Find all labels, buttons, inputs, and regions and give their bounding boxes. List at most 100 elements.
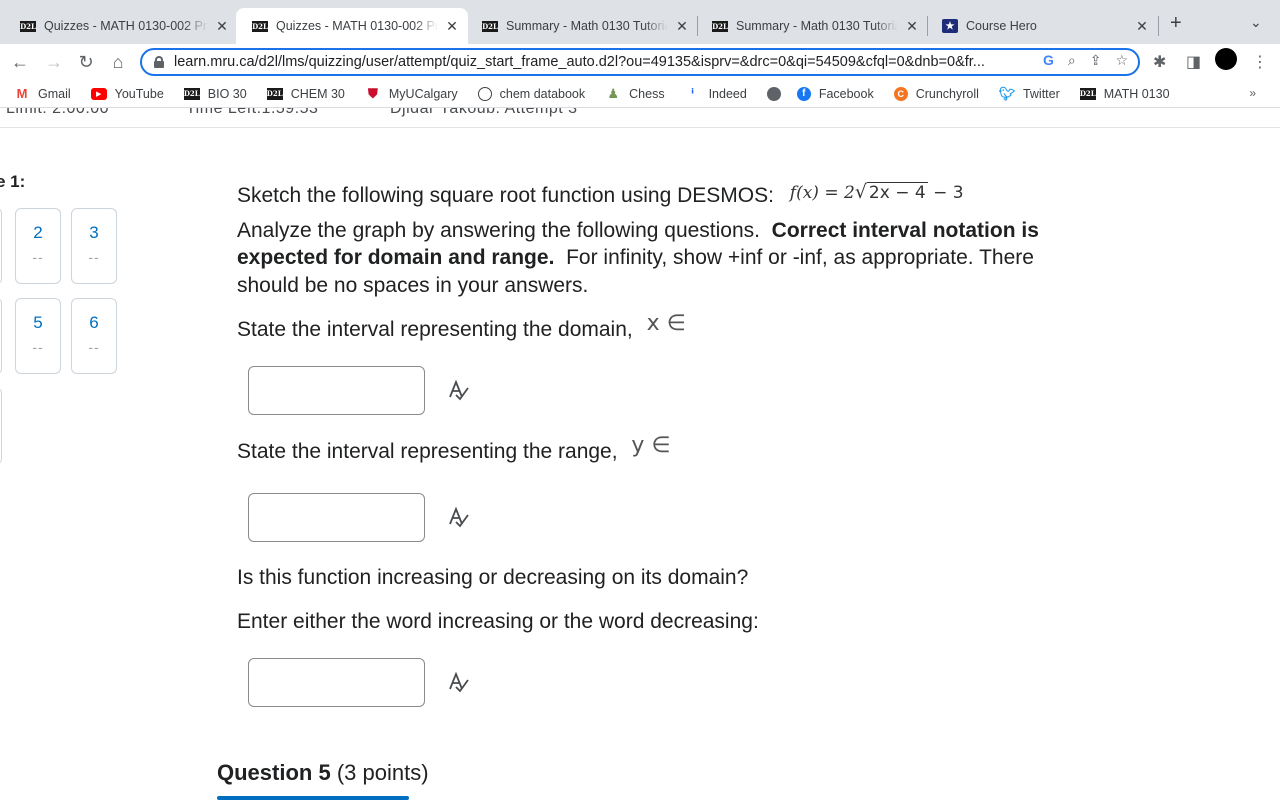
time-left: Time Left:1:59:53 (186, 108, 319, 117)
spellcheck-icon[interactable] (446, 378, 472, 404)
indeed-icon: ⁱ (691, 85, 694, 101)
question-card[interactable]: 6 -- (71, 298, 117, 374)
side-panel-icon[interactable]: ◨ (1186, 52, 1201, 72)
close-tab-icon[interactable]: ✕ (214, 18, 230, 35)
bookmark-bio30[interactable]: D2L BIO 30 (183, 87, 247, 101)
browser-tab-active[interactable]: D2L Quizzes - MATH 0130-002 Pr ✕ (236, 8, 468, 44)
quiz-header-partial: Limit: 2:00:00 Time Left:1:59:53 Djidar … (0, 108, 1280, 128)
forward-arrow-icon[interactable]: → (42, 50, 66, 74)
tab-separator (1158, 16, 1159, 36)
back-arrow-icon[interactable]: ← (8, 50, 32, 74)
bookmark-facebook[interactable]: f Facebook (796, 86, 874, 101)
domain-prompt-line: State the interval representing the doma… (237, 311, 686, 341)
close-tab-icon[interactable]: ✕ (674, 18, 690, 35)
monotonic-instruction: Enter either the word increasing or the … (237, 610, 759, 633)
question-card-partial[interactable] (0, 208, 2, 284)
bookmark-star-icon[interactable]: ☆ (1115, 52, 1128, 69)
question-status: -- (32, 339, 44, 355)
reload-icon[interactable]: ↻ (74, 50, 98, 74)
question-status: -- (32, 249, 44, 265)
instructions-line-3: should be no spaces in your answers. (237, 274, 589, 297)
instructions-line-2: expected for domain and range. For infin… (237, 246, 1034, 269)
more-bookmarks-icon[interactable]: » (1249, 86, 1256, 100)
lock-icon[interactable] (154, 56, 164, 68)
sqrt-sign-icon: √ (854, 181, 867, 203)
question-card[interactable]: 3 -- (71, 208, 117, 284)
question-card-partial[interactable] (0, 388, 2, 464)
tab-title: Summary - Math 0130 Tutoria (506, 19, 668, 33)
youtube-icon: ▶ (90, 87, 107, 100)
share-icon[interactable]: ⇪ (1090, 52, 1102, 69)
bookmark-chem-databook[interactable]: chem databook (477, 86, 585, 101)
tab-strip: D2L Quizzes - MATH 0130-002 Pr ✕ D2L Qui… (0, 0, 1280, 44)
browser-tab[interactable]: D2L Summary - Math 0130 Tutoria ✕ (466, 8, 698, 44)
browser-tab[interactable]: D2L Summary - Math 0130 Tutoria ✕ (696, 8, 928, 44)
question-card[interactable]: 2 -- (15, 208, 61, 284)
bookmark-globe[interactable] (766, 86, 789, 101)
d2l-icon: D2L (1079, 87, 1096, 100)
spellcheck-icon[interactable] (446, 670, 472, 696)
tab-title: Quizzes - MATH 0130-002 Pr (276, 19, 438, 33)
attempt-info: Djidar Yakoub: Attempt 3 (390, 108, 578, 117)
bookmark-indeed[interactable]: ⁱ Indeed (685, 85, 747, 101)
d2l-icon: D2L (266, 87, 283, 100)
twitter-bird-icon: 🐦︎ (998, 85, 1016, 101)
question-card-partial[interactable] (0, 298, 2, 374)
question-status: -- (88, 249, 100, 265)
range-answer-input[interactable] (248, 493, 425, 542)
range-prompt-line: State the interval representing the rang… (237, 433, 671, 463)
monotonic-prompt: Is this function increasing or decreasin… (237, 566, 749, 589)
bookmark-myucalgary[interactable]: ⛊ MyUCalgary (365, 85, 458, 101)
question-status: -- (88, 339, 100, 355)
tab-search-chevron-icon[interactable]: ⌄ (1250, 14, 1262, 31)
chess-pawn-icon: ♟ (607, 85, 619, 101)
close-tab-icon[interactable]: ✕ (904, 18, 920, 35)
home-icon[interactable]: ⌂ (106, 50, 130, 74)
question-list-heading: e 1: (0, 172, 26, 191)
d2l-favicon-icon: D2L (20, 20, 36, 32)
domain-answer-input[interactable] (248, 366, 425, 415)
bookmark-chess[interactable]: ♟ Chess (605, 85, 664, 101)
bookmark-crunchyroll[interactable]: C Crunchyroll (893, 86, 979, 101)
ucalgary-shield-icon: ⛊ (368, 85, 378, 101)
url-text: learn.mru.ca/d2l/lms/quizzing/user/attem… (174, 54, 985, 70)
domain-variable: x ∈ (646, 311, 686, 336)
facebook-icon: f (796, 86, 811, 101)
question-card[interactable]: 5 -- (15, 298, 61, 374)
browser-tab[interactable]: D2L Quizzes - MATH 0130-002 Pr ✕ (4, 8, 238, 44)
kebab-menu-icon[interactable]: ⋮ (1252, 52, 1268, 72)
tab-title: Quizzes - MATH 0130-002 Pr (44, 19, 208, 33)
browser-tab[interactable]: ★ Course Hero ✕ (926, 8, 1158, 44)
bookmark-math0130[interactable]: D2L MATH 0130 (1079, 87, 1170, 101)
profile-avatar[interactable] (1215, 48, 1237, 70)
tab-title: Course Hero (966, 19, 1037, 33)
bookmark-gmail[interactable]: M Gmail (14, 86, 71, 101)
zoom-icon[interactable]: ⌕ (1068, 52, 1076, 69)
address-bar[interactable]: learn.mru.ca/d2l/lms/quizzing/user/attem… (140, 48, 1140, 76)
d2l-favicon-icon: D2L (712, 20, 728, 32)
question-intro: Sketch the following square root functio… (237, 184, 774, 207)
google-translate-icon[interactable]: G (1043, 52, 1054, 69)
new-tab-icon[interactable]: + (1170, 12, 1182, 35)
time-limit: Limit: 2:00:00 (6, 108, 110, 117)
instructions-line-1: Analyze the graph by answering the follo… (237, 219, 1039, 242)
gmail-icon: M (16, 86, 28, 101)
bookmark-youtube[interactable]: ▶ YouTube (90, 87, 164, 101)
close-tab-icon[interactable]: ✕ (1134, 18, 1150, 35)
extensions-puzzle-icon[interactable]: ✱ (1153, 52, 1166, 72)
function-formula: f(x) = 2√ 2x − 4 − 3 (789, 181, 964, 203)
browser-toolbar: ← → ↻ ⌂ learn.mru.ca/d2l/lms/quizzing/us… (0, 44, 1280, 80)
bookmark-chem30[interactable]: D2L CHEM 30 (266, 87, 345, 101)
d2l-favicon-icon: D2L (252, 20, 268, 32)
d2l-icon: D2L (183, 87, 200, 100)
close-tab-icon[interactable]: ✕ (444, 18, 460, 35)
next-question-heading: Question 5 (3 points) (217, 760, 429, 785)
bookmark-twitter[interactable]: 🐦︎ Twitter (998, 85, 1060, 101)
bookmarks-bar: M Gmail ▶ YouTube D2L BIO 30 D2L CHEM 30 ⛊ My… (0, 80, 1280, 108)
range-variable: y ∈ (631, 433, 671, 458)
spellcheck-icon[interactable] (446, 505, 472, 531)
globe-icon (477, 86, 492, 101)
monotonic-answer-input[interactable] (248, 658, 425, 707)
globe-icon (766, 86, 781, 101)
d2l-favicon-icon: D2L (482, 20, 498, 32)
